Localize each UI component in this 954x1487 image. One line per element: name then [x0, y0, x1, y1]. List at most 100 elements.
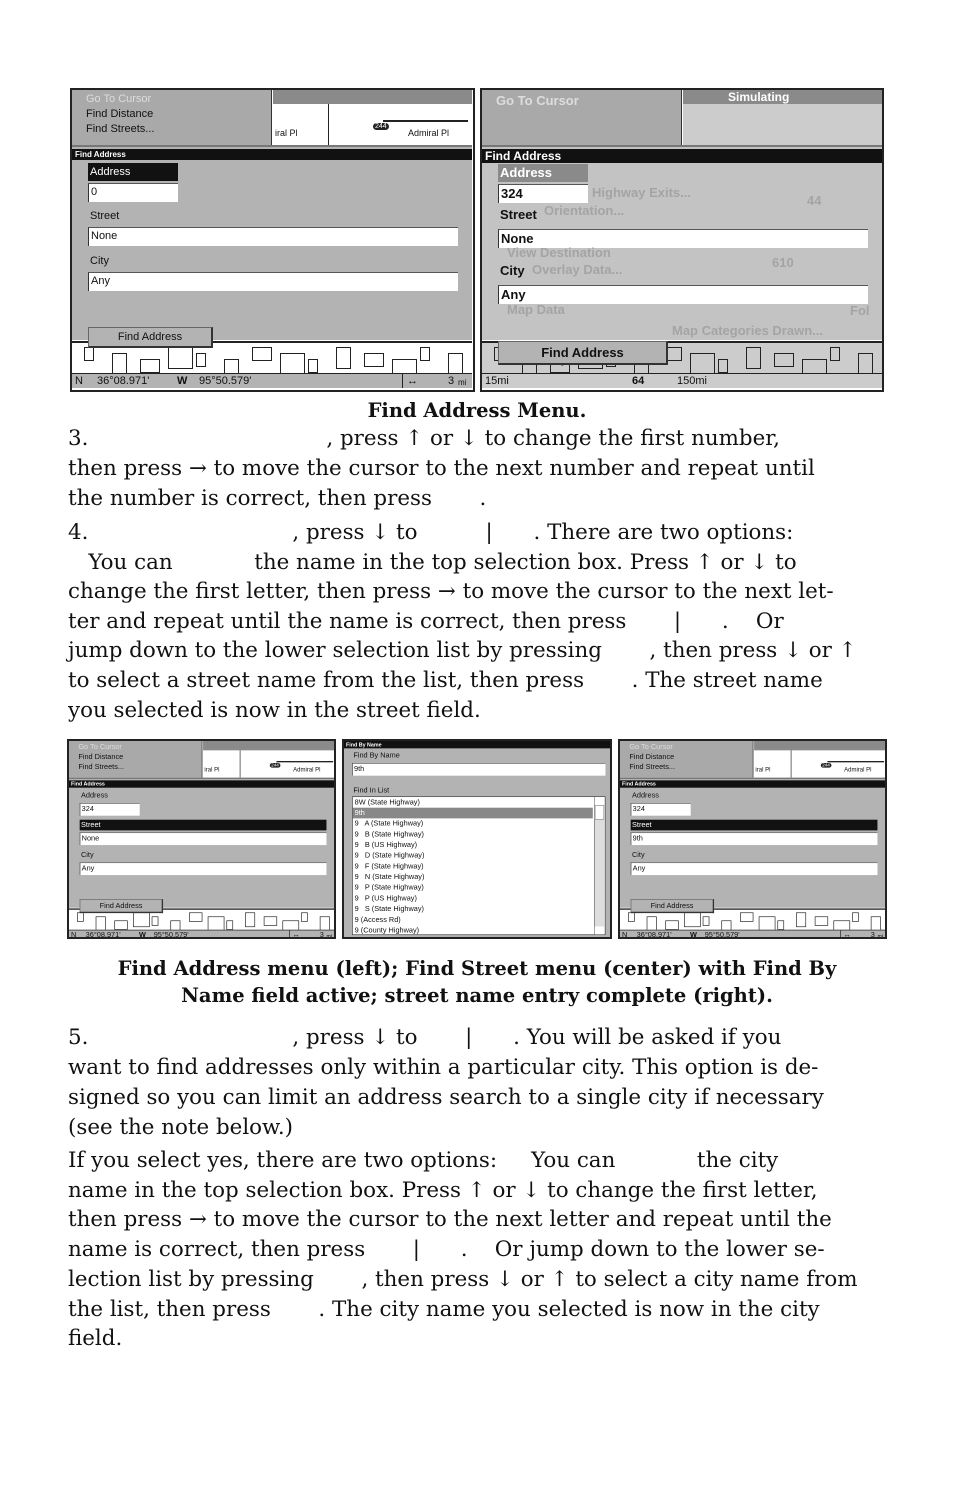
find-address-button[interactable]: Find Address [498, 341, 668, 365]
menu-item[interactable]: Go To Cursor [496, 93, 579, 108]
scrollbar-thumb[interactable] [594, 805, 605, 820]
map-street-block [690, 353, 715, 375]
ghost-menu-orientation: Orientation... [544, 203, 625, 218]
map-street-block [77, 912, 84, 922]
map-top: Simulating [683, 90, 882, 145]
map-street-block [628, 912, 635, 922]
menu-item[interactable]: Go To Cursor [629, 743, 673, 751]
scale-value: 3 [870, 931, 875, 939]
address-field[interactable]: 324 [498, 184, 588, 203]
scale-arrow-icon: ↔ [292, 931, 300, 939]
address-field[interactable]: 324 [630, 803, 691, 816]
find-address-button[interactable]: Find Address [88, 327, 213, 348]
list-item[interactable]: 9th [352, 807, 593, 819]
find-address-button[interactable]: Find Address [630, 899, 715, 914]
map-road [276, 761, 334, 763]
body-text-line: 5. , press ↓ to | . You will be asked if… [68, 1025, 782, 1050]
map-street-block [665, 920, 679, 930]
status-bar: 15mi 64 150mi [482, 373, 882, 388]
caption-find-address-menu: Find Address Menu. [367, 399, 587, 422]
find-address-button[interactable]: Find Address [79, 899, 164, 914]
menu-panel: Go To Cursor Find Distance Find Streets... [620, 741, 754, 778]
lat-hemisphere: N [622, 931, 628, 939]
map-street-block [858, 353, 873, 375]
caption-find-street-line-1: Find Address menu (left); Find Street me… [117, 957, 837, 980]
city-field[interactable]: Any [630, 862, 878, 876]
menu-item[interactable]: Find Streets... [86, 123, 154, 135]
address-label: Address [498, 164, 588, 182]
list-item[interactable]: 9 B (State Highway) [353, 829, 593, 840]
find-in-list-label: Find In List [353, 786, 390, 795]
street-list: 8W (State Highway) 9th 9 A (State Highway)… [352, 796, 606, 936]
map-street-block [151, 916, 159, 926]
list-item[interactable]: 9 F (State Highway) [353, 861, 593, 872]
map-header-bar [754, 741, 885, 751]
find-address-dialog: Find Address Address 324 Street None City Any F… [69, 777, 334, 914]
menu-item[interactable]: Find Streets... [78, 763, 124, 771]
find-by-name-label: Find By Name [353, 751, 400, 760]
scale-arrow-icon: ↔ [843, 931, 851, 939]
map-street-block [114, 920, 128, 930]
find-address-dialog: Find Address Address 0 Street None City Any Fin… [72, 145, 472, 348]
find-address-dialog: Find Address Address 324 Street 9th City Any Fi… [620, 777, 885, 914]
list-item[interactable]: 9 B (US Highway) [353, 840, 593, 851]
map-label: Admiral Pl [293, 766, 321, 774]
ghost-map-label-44: 44 [807, 193, 822, 208]
lat-hemisphere: N [75, 375, 83, 387]
map-street-block [740, 912, 754, 922]
find-by-name-input[interactable]: 9th [352, 763, 606, 776]
map-label: Admiral Pl [408, 128, 450, 138]
menu-item[interactable]: Go To Cursor [86, 93, 151, 105]
list-item[interactable]: 9 D (State Highway) [353, 850, 593, 861]
list-item[interactable]: 9 (County Highway) [353, 925, 593, 936]
scroll-down-arrow-icon[interactable] [594, 926, 605, 935]
map-street-block [301, 912, 308, 922]
body-text-line: to select a street name from the list, t… [68, 668, 823, 693]
caption-find-street-line-2: Name field active; street name entry com… [181, 984, 773, 1007]
city-field[interactable]: Any [88, 272, 458, 291]
list-item[interactable]: 9 (Access Rd) [353, 914, 593, 925]
street-label: Street [630, 819, 878, 831]
ghost-menu-overlay-data: Overlay Data... [532, 262, 623, 277]
street-field[interactable]: None [88, 227, 458, 246]
scale-value: 3 [448, 375, 455, 387]
menu-item[interactable]: Find Distance [86, 108, 153, 120]
street-field[interactable]: 9th [630, 832, 878, 846]
address-field[interactable]: 0 [88, 183, 178, 202]
menu-item[interactable]: Find Distance [629, 753, 674, 761]
list-item[interactable]: 9 A (State Highway) [353, 818, 593, 829]
scroll-up-arrow-icon[interactable] [594, 797, 605, 806]
body-text-line: you selected is now in the street field. [68, 697, 481, 723]
map-street-block [226, 920, 234, 930]
scale-unit: mi [458, 378, 467, 387]
map-street-block [364, 353, 384, 367]
screenshot-find-address-top-left: Go To Cursor Find Distance Find Streets...… [70, 88, 475, 392]
map-label: iral Pl [204, 766, 220, 774]
latitude: 36°08.971' [97, 375, 150, 387]
scale-value: 3 [319, 931, 324, 939]
street-field[interactable]: None [79, 832, 327, 846]
list-item[interactable]: 8W (State Highway) [353, 797, 593, 808]
menu-panel: Go To Cursor [482, 90, 682, 145]
body-text-line: lection list by pressing , then press ↓ … [68, 1266, 858, 1292]
map-street-block [774, 353, 794, 367]
menu-item[interactable]: Go To Cursor [78, 743, 122, 751]
map-top: iral Pl Admiral Pl 244 [273, 90, 472, 145]
menu-item[interactable]: Find Streets... [629, 763, 675, 771]
address-label: Address [81, 791, 108, 800]
ghost-menu-map-categories-drawn: Map Categories Drawn... [672, 323, 823, 338]
menu-item[interactable]: Find Distance [78, 753, 123, 761]
address-field[interactable]: 324 [79, 803, 140, 816]
map-road [239, 750, 241, 778]
street-label: Street [79, 819, 327, 831]
body-text-line: field. [68, 1326, 123, 1352]
map-road [790, 750, 792, 778]
address-label: Address [88, 163, 178, 181]
list-item[interactable]: 9 S (State Highway) [353, 904, 593, 915]
list-item[interactable]: 9 P (State Highway) [353, 882, 593, 893]
map-street-block [308, 359, 318, 373]
map-street-block [245, 912, 256, 928]
list-item[interactable]: 9 N (State Highway) [353, 872, 593, 883]
city-field[interactable]: Any [79, 862, 327, 876]
list-item[interactable]: 9 P (US Highway) [353, 893, 593, 904]
